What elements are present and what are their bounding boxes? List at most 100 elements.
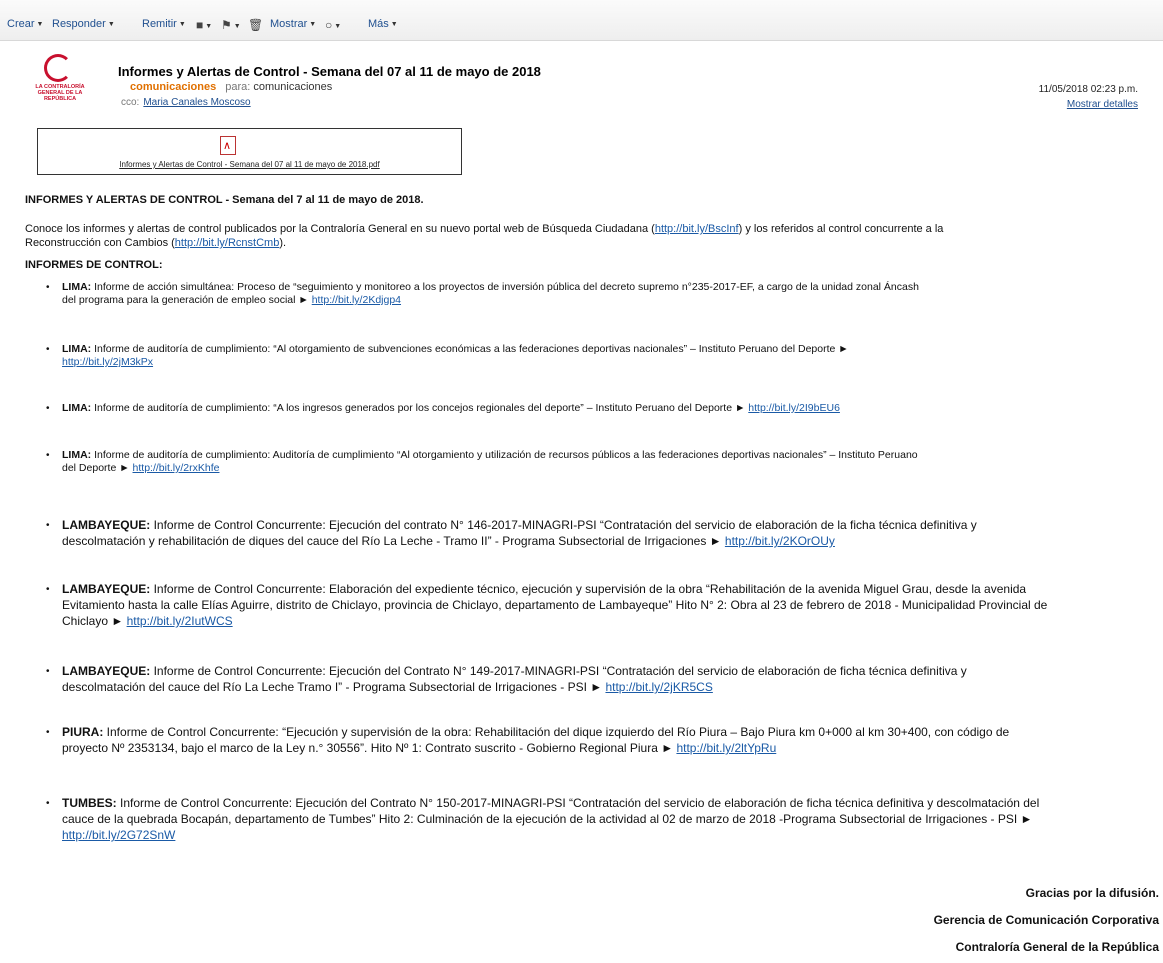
chevron-down-icon: ▼ (178, 21, 186, 28)
bullet-icon: • (46, 727, 50, 738)
item-text-line2: del Deporte ► (62, 462, 133, 474)
report-list-item: • LIMA: Informe de auditoría de cumplimie… (46, 402, 840, 415)
report-link[interactable]: http://bit.ly/2jKR5CS (605, 680, 712, 694)
item-text-line1: Informe de Control Concurrente: Ejecució… (150, 518, 977, 532)
bullet-icon: • (46, 450, 50, 461)
report-link[interactable]: http://bit.ly/2KOrOUy (725, 534, 835, 548)
report-list-item: • PIURA: Informe de Control Concurrente: … (46, 724, 1010, 756)
show-details-link[interactable]: Mostrar detalles (1067, 99, 1138, 110)
item-text-line2: proyecto Nº 2353134, bajo el marco de la… (62, 741, 677, 755)
region-label: LAMBAYEQUE: (62, 664, 151, 678)
delete-button[interactable]: 🗑 (248, 18, 263, 32)
report-list-item: • LAMBAYEQUE: Informe de Control Concurre… (46, 663, 967, 695)
chevron-down-icon: ▼ (334, 23, 342, 30)
section-title: INFORMES DE CONTROL: (25, 259, 163, 271)
report-link[interactable]: http://bit.ly/2jM3kPx (62, 356, 153, 368)
cco-line: cco: Maria Canales Moscoso (121, 97, 251, 108)
report-link[interactable]: http://bit.ly/2rxKhfe (133, 462, 220, 474)
mostrar-button[interactable]: Mostrar ▼ (270, 18, 316, 30)
mostrar-label: Mostrar (270, 18, 308, 30)
intro-text-a: Conoce los informes y alertas de control… (25, 223, 655, 235)
chevron-down-icon: ▼ (233, 23, 241, 30)
mas-label: Más (368, 18, 389, 30)
folder-menu-button[interactable]: ■ ▼ (196, 18, 212, 32)
region-label: LIMA: (62, 343, 92, 355)
region-label: LAMBAYEQUE: (62, 582, 151, 596)
reconstruccion-link[interactable]: http://bit.ly/RcnstCmb (175, 237, 280, 249)
flag-menu-button[interactable]: ⚑ ▼ (221, 18, 241, 32)
responder-button[interactable]: Responder ▼ (52, 18, 115, 30)
crear-button[interactable]: Crear ▼ (7, 18, 43, 30)
report-link[interactable]: http://bit.ly/2G72SnW (62, 828, 175, 842)
bullet-icon: • (46, 520, 50, 531)
chevron-down-icon: ▼ (205, 23, 213, 30)
email-subject: Informes y Alertas de Control - Semana d… (118, 64, 541, 79)
item-text-line1: Informe de auditoría de cumplimiento: Au… (91, 449, 918, 461)
item-text-line2: Evitamiento hasta la calle Elías Aguirre… (62, 598, 1048, 612)
signature-department: Gerencia de Comunicación Corporativa (933, 913, 1159, 927)
item-text-line2: descolmatación y rehabilitación de dique… (62, 534, 725, 548)
signature-thanks: Gracias por la difusión. (1025, 886, 1159, 900)
bullet-icon: • (46, 344, 50, 355)
report-list-item: • LIMA: Informe de auditoría de cumplimie… (46, 343, 849, 369)
busqueda-link[interactable]: http://bit.ly/BscInf (655, 223, 739, 235)
attachment-box[interactable]: Informes y Alertas de Control - Semana d… (37, 128, 462, 175)
flag-icon: ⚑ (221, 18, 232, 32)
signature-organization: Contraloría General de la República (955, 940, 1159, 954)
region-label: LAMBAYEQUE: (62, 518, 151, 532)
report-link[interactable]: http://bit.ly/2IutWCS (127, 614, 233, 628)
cco-label: cco: (121, 97, 140, 108)
attachment-filename[interactable]: Informes y Alertas de Control - Semana d… (38, 160, 461, 169)
mas-button[interactable]: Más ▼ (368, 18, 398, 30)
recipient-name[interactable]: comunicaciones (253, 81, 332, 93)
sender-name[interactable]: comunicaciones (130, 81, 216, 93)
search-menu-button[interactable]: ○ ▼ (325, 18, 341, 32)
report-link[interactable]: http://bit.ly/2Kdjgp4 (312, 294, 401, 306)
item-text-line1: Informe de auditoría de cumplimiento: “A… (91, 343, 849, 355)
intro-text-d: ). (279, 237, 287, 249)
report-list-item: • LIMA: Informe de acción simultánea: Pro… (46, 281, 919, 307)
search-icon: ○ (325, 18, 333, 32)
region-label: LIMA: (62, 281, 92, 293)
bullet-icon: • (46, 666, 50, 677)
report-link[interactable]: http://bit.ly/2I9bEU6 (748, 402, 840, 414)
item-text-line3: Chiclayo ► (62, 614, 127, 628)
item-text-line1: Informe de auditoría de cumplimiento: “A… (91, 402, 749, 414)
email-date: 11/05/2018 02:23 p.m. (1038, 84, 1138, 95)
cco-recipient-link[interactable]: Maria Canales Moscoso (143, 97, 250, 108)
sender-logo: LA CONTRALORÍA GENERAL DE LA REPÚBLICA (30, 54, 90, 104)
pdf-icon (220, 136, 236, 155)
chevron-down-icon: ▼ (107, 21, 115, 28)
from-line: comunicaciones para: comunicaciones (130, 81, 332, 93)
body-heading: INFORMES Y ALERTAS DE CONTROL - Semana d… (25, 194, 424, 206)
intro-text-b: ) y los referidos al control concurrente… (738, 223, 944, 235)
bullet-icon: • (46, 403, 50, 414)
chevron-down-icon: ▼ (390, 21, 398, 28)
region-label: LIMA: (62, 449, 92, 461)
item-text-line2: cauce de la quebrada Bocapán, departamen… (62, 812, 1033, 826)
item-text-line1: Informe de Control Concurrente: Ejecució… (116, 796, 1040, 810)
remitir-button[interactable]: Remitir ▼ (142, 18, 186, 30)
responder-label: Responder (52, 18, 106, 30)
region-label: PIURA: (62, 725, 104, 739)
chevron-down-icon: ▼ (309, 21, 317, 28)
report-list-item: • LAMBAYEQUE: Informe de Control Concurre… (46, 517, 977, 549)
report-link[interactable]: http://bit.ly/2ltYpRu (676, 741, 776, 755)
region-label: LIMA: (62, 402, 92, 414)
logo-mark-icon (44, 54, 72, 82)
report-list-item: • TUMBES: Informe de Control Concurrente:… (46, 795, 1040, 843)
folder-icon: ■ (196, 18, 204, 32)
item-text-line1: Informe de Control Concurrente: “Ejecuci… (103, 725, 1010, 739)
item-text-line1: Informe de Control Concurrente: Elaborac… (150, 582, 1027, 596)
bullet-icon: • (46, 584, 50, 595)
intro-text-c: Reconstrucción con Cambios ( (25, 237, 175, 249)
trash-icon: 🗑 (248, 18, 264, 32)
item-text-line2: descolmatación del cauce del Río La Lech… (62, 680, 606, 694)
region-label: TUMBES: (62, 796, 117, 810)
bullet-icon: • (46, 798, 50, 809)
intro-paragraph: Conoce los informes y alertas de control… (25, 222, 1145, 250)
bullet-icon: • (46, 282, 50, 293)
item-text-line1: Informe de acción simultánea: Proceso de… (91, 281, 919, 293)
report-list-item: • LAMBAYEQUE: Informe de Control Concurre… (46, 581, 1048, 629)
para-label: para: (225, 81, 251, 93)
